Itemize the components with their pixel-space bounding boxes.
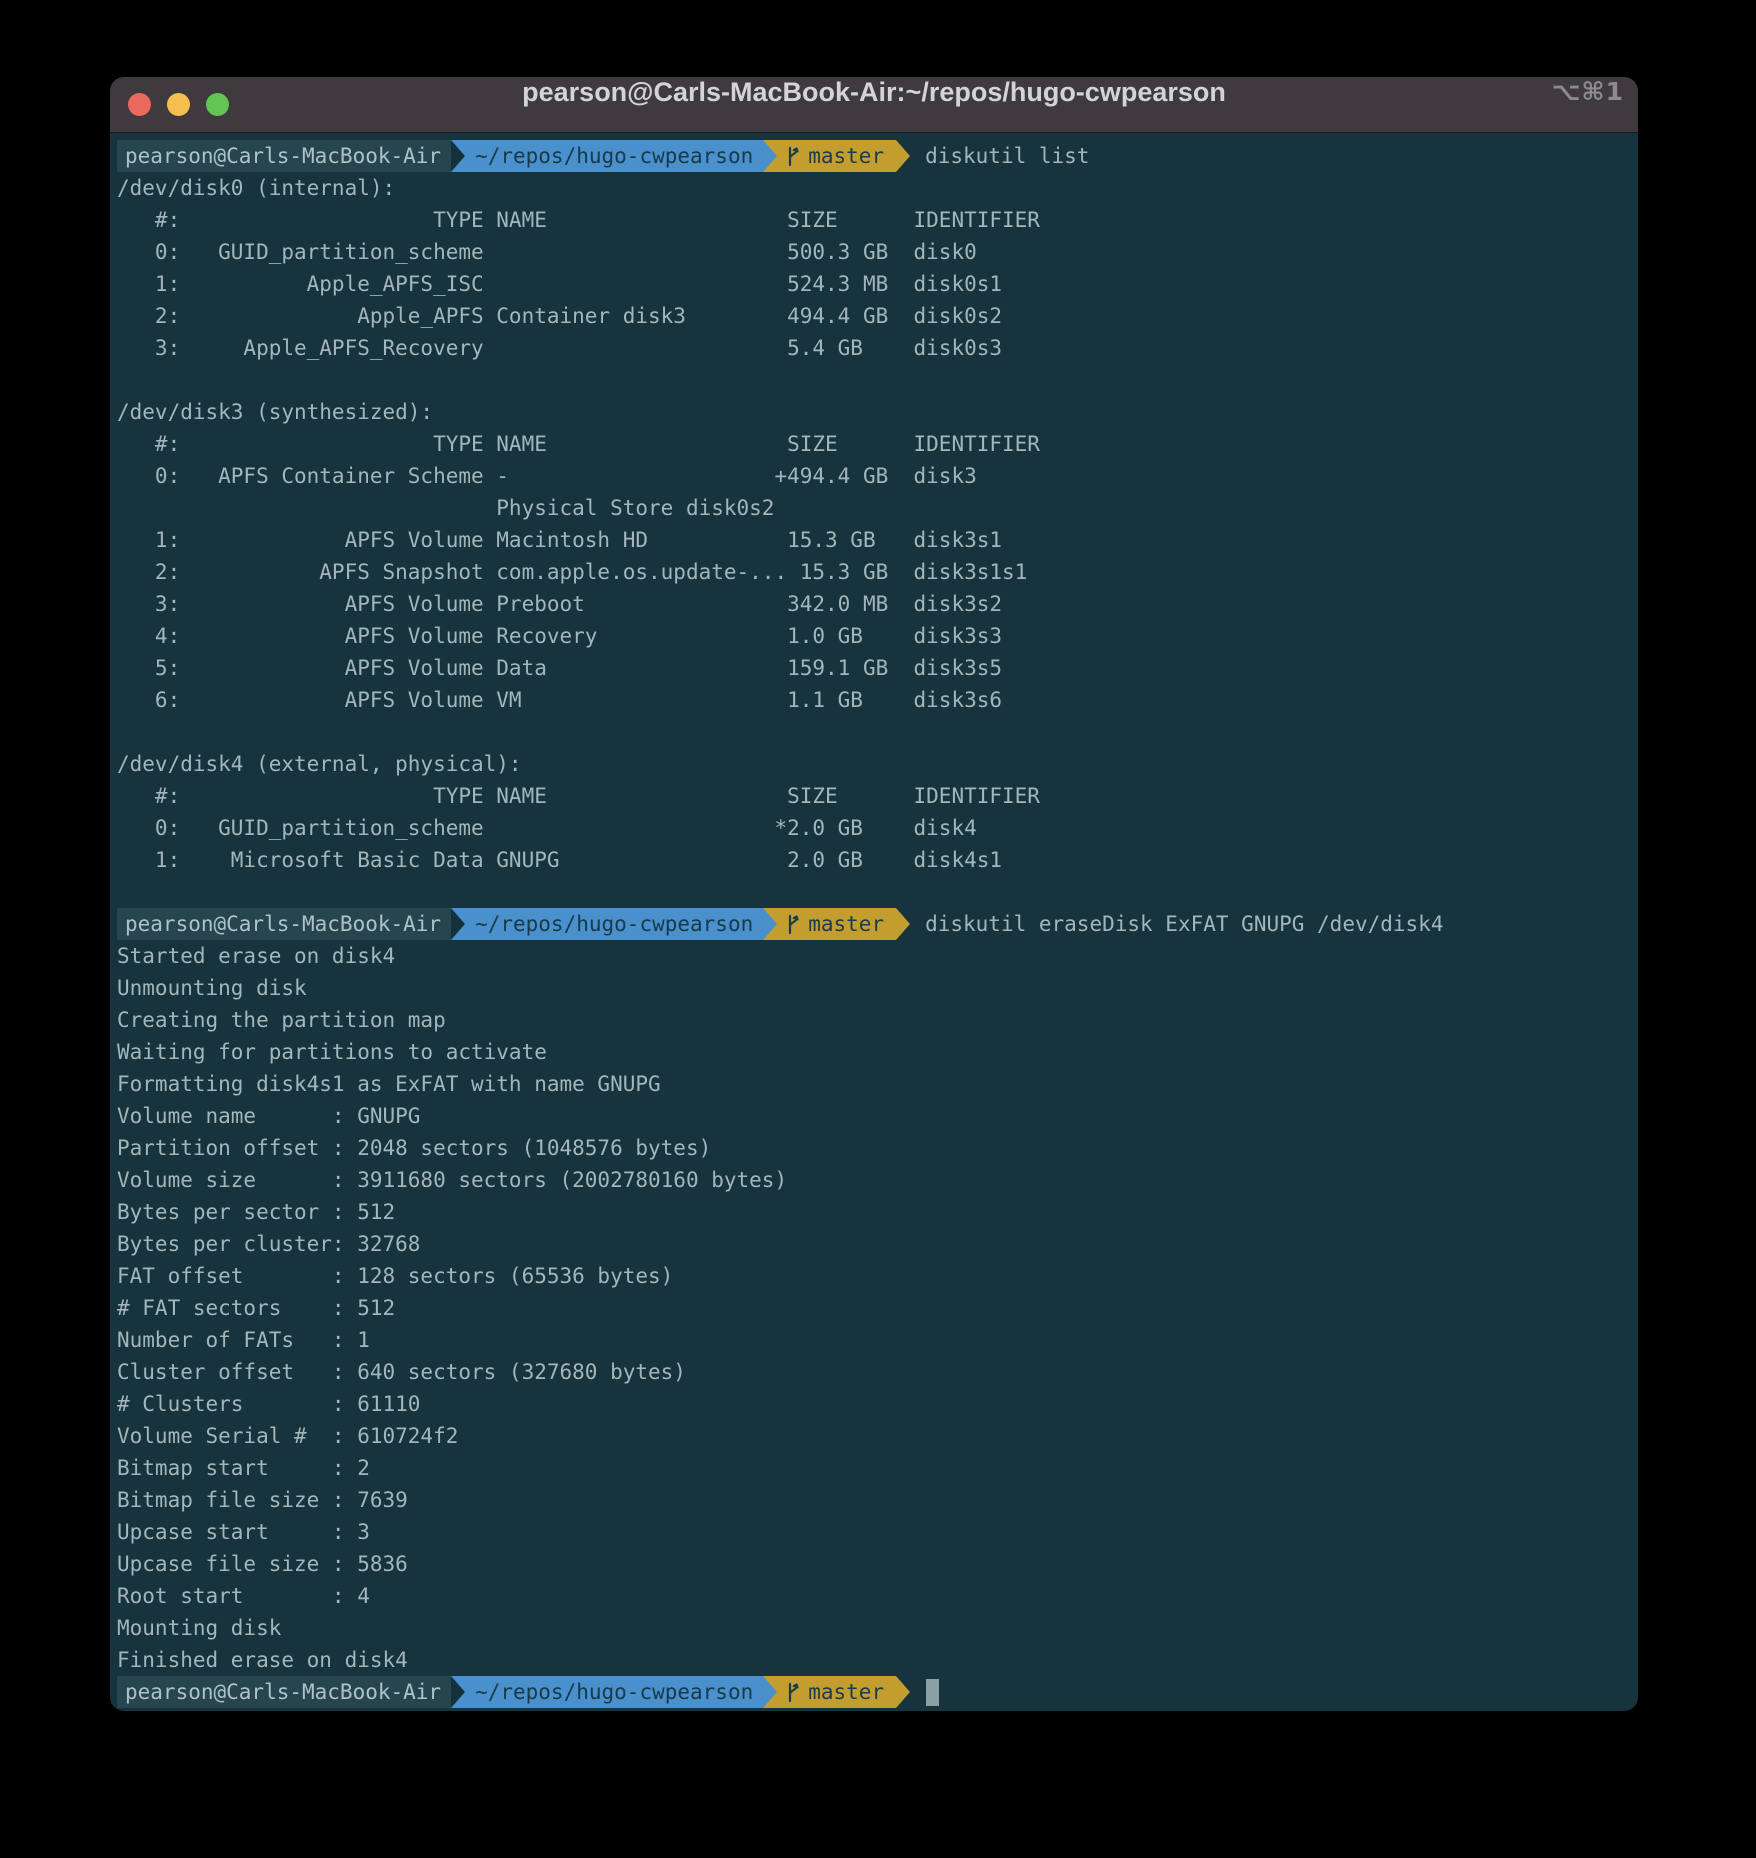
prompt-directory: ~/repos/hugo-cwpearson (465, 1676, 763, 1708)
erase-field-line: Volume name : GNUPG (117, 1100, 1638, 1132)
disk-partition-row: 6: APFS Volume VM 1.1 GB disk3s6 (117, 684, 1638, 716)
powerline-separator-icon (896, 908, 910, 940)
prompt-line: pearson@Carls-MacBook-Air ~/repos/hugo-cw… (117, 1676, 1638, 1708)
command-text: diskutil eraseDisk ExFAT GNUPG /dev/disk… (925, 908, 1443, 940)
prompt-user-host: pearson@Carls-MacBook-Air (117, 1676, 451, 1708)
command-text: diskutil list (925, 140, 1089, 172)
powerline-separator-icon (451, 1676, 465, 1708)
prompt-git-branch: master (777, 1676, 896, 1708)
erase-field-line: Root start : 4 (117, 1580, 1638, 1612)
disk-partition-row: 1: Apple_APFS_ISC 524.3 MB disk0s1 (117, 268, 1638, 300)
disk-partition-row: 1: Microsoft Basic Data GNUPG 2.0 GB dis… (117, 844, 1638, 876)
erase-field-line: FAT offset : 128 sectors (65536 bytes) (117, 1260, 1638, 1292)
erase-field-line: Bytes per sector : 512 (117, 1196, 1638, 1228)
disk-partition-row: 0: GUID_partition_scheme 500.3 GB disk0 (117, 236, 1638, 268)
erase-status-line: Mounting disk (117, 1612, 1638, 1644)
disk-device-line: /dev/disk4 (external, physical): (117, 748, 1638, 780)
terminal-cursor (926, 1679, 939, 1706)
disk-partition-row: 0: APFS Container Scheme - +494.4 GB dis… (117, 460, 1638, 492)
erase-field-line: Bitmap file size : 7639 (117, 1484, 1638, 1516)
git-branch-name: master (808, 908, 884, 940)
disk-device-line: /dev/disk3 (synthesized): (117, 396, 1638, 428)
erase-field-line: Upcase start : 3 (117, 1516, 1638, 1548)
erase-field-line: Volume Serial # : 610724f2 (117, 1420, 1638, 1452)
prompt-git-branch: master (777, 908, 896, 940)
erase-status-line: Formatting disk4s1 as ExFAT with name GN… (117, 1068, 1638, 1100)
git-branch-icon (785, 1680, 801, 1704)
powerline-separator-icon (763, 908, 777, 940)
disk-table-header: #: TYPE NAME SIZE IDENTIFIER (117, 428, 1638, 460)
disk-partition-row: 4: APFS Volume Recovery 1.0 GB disk3s3 (117, 620, 1638, 652)
disk-partition-row: 3: Apple_APFS_Recovery 5.4 GB disk0s3 (117, 332, 1638, 364)
prompt-directory: ~/repos/hugo-cwpearson (465, 140, 763, 172)
blank-line (117, 716, 1638, 748)
disk-partition-row: 1: APFS Volume Macintosh HD 15.3 GB disk… (117, 524, 1638, 556)
erase-field-line: Cluster offset : 640 sectors (327680 byt… (117, 1356, 1638, 1388)
disk-partition-row: 0: GUID_partition_scheme *2.0 GB disk4 (117, 812, 1638, 844)
git-branch-icon (785, 912, 801, 936)
prompt-line: pearson@Carls-MacBook-Air ~/repos/hugo-cw… (117, 908, 1638, 940)
disk-device-line: /dev/disk0 (internal): (117, 172, 1638, 204)
powerline-separator-icon (896, 1676, 910, 1708)
disk-partition-row: Physical Store disk0s2 (117, 492, 1638, 524)
window-title: pearson@Carls-MacBook-Air:~/repos/hugo-c… (110, 77, 1638, 132)
terminal-window[interactable]: pearson@Carls-MacBook-Air:~/repos/hugo-c… (110, 77, 1638, 1711)
powerline-separator-icon (451, 140, 465, 172)
erase-field-line: Number of FATs : 1 (117, 1324, 1638, 1356)
disk-table-header: #: TYPE NAME SIZE IDENTIFIER (117, 780, 1638, 812)
powerline-separator-icon (896, 140, 910, 172)
erase-field-line: # Clusters : 61110 (117, 1388, 1638, 1420)
erase-field-line: Bitmap start : 2 (117, 1452, 1638, 1484)
prompt-git-branch: master (777, 140, 896, 172)
git-branch-icon (785, 144, 801, 168)
erase-field-line: Upcase file size : 5836 (117, 1548, 1638, 1580)
blank-line (117, 876, 1638, 908)
disk-partition-row: 2: Apple_APFS Container disk3 494.4 GB d… (117, 300, 1638, 332)
disk-partition-row: 2: APFS Snapshot com.apple.os.update-...… (117, 556, 1638, 588)
erase-field-line: Volume size : 3911680 sectors (200278016… (117, 1164, 1638, 1196)
disk-partition-row: 3: APFS Volume Preboot 342.0 MB disk3s2 (117, 588, 1638, 620)
erase-field-line: Bytes per cluster: 32768 (117, 1228, 1638, 1260)
git-branch-name: master (808, 140, 884, 172)
powerline-separator-icon (763, 140, 777, 172)
erase-field-line: Partition offset : 2048 sectors (1048576… (117, 1132, 1638, 1164)
erase-status-line: Unmounting disk (117, 972, 1638, 1004)
prompt-user-host: pearson@Carls-MacBook-Air (117, 908, 451, 940)
git-branch-name: master (808, 1676, 884, 1708)
prompt-line: pearson@Carls-MacBook-Air ~/repos/hugo-cw… (117, 140, 1638, 172)
powerline-separator-icon (451, 908, 465, 940)
window-shortcut-badge: ⌥⌘1 (1552, 77, 1624, 132)
erase-field-line: # FAT sectors : 512 (117, 1292, 1638, 1324)
blank-line (117, 364, 1638, 396)
prompt-user-host: pearson@Carls-MacBook-Air (117, 140, 451, 172)
erase-status-line: Creating the partition map (117, 1004, 1638, 1036)
titlebar[interactable]: pearson@Carls-MacBook-Air:~/repos/hugo-c… (110, 77, 1638, 133)
terminal-content[interactable]: pearson@Carls-MacBook-Air ~/repos/hugo-cw… (110, 133, 1638, 1711)
disk-table-header: #: TYPE NAME SIZE IDENTIFIER (117, 204, 1638, 236)
powerline-separator-icon (763, 1676, 777, 1708)
prompt-directory: ~/repos/hugo-cwpearson (465, 908, 763, 940)
erase-status-line: Waiting for partitions to activate (117, 1036, 1638, 1068)
disk-partition-row: 5: APFS Volume Data 159.1 GB disk3s5 (117, 652, 1638, 684)
erase-status-line: Started erase on disk4 (117, 940, 1638, 972)
erase-status-line: Finished erase on disk4 (117, 1644, 1638, 1676)
